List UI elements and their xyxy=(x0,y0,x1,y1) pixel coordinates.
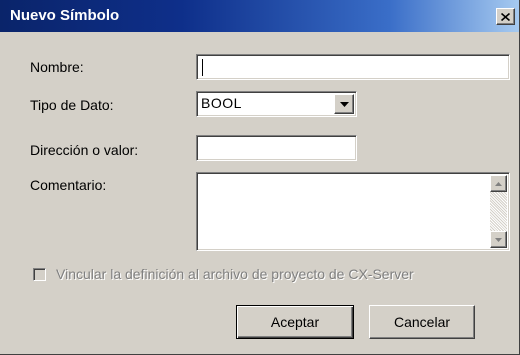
scroll-down-button[interactable] xyxy=(490,231,507,248)
nombre-input[interactable] xyxy=(200,57,506,77)
dialog-title: Nuevo Símbolo xyxy=(10,7,120,24)
aceptar-button[interactable]: Aceptar xyxy=(236,305,354,339)
tipo-dato-label: Tipo de Dato: xyxy=(30,97,114,113)
close-x-icon xyxy=(501,12,510,21)
comentario-label: Comentario: xyxy=(30,177,107,193)
direccion-input[interactable] xyxy=(200,138,353,158)
tipo-dato-dropdown-button[interactable] xyxy=(334,94,354,114)
scroll-up-button[interactable] xyxy=(490,175,507,192)
cancelar-button[interactable]: Cancelar xyxy=(369,305,475,339)
close-button[interactable] xyxy=(496,8,515,25)
comentario-textarea[interactable] xyxy=(196,172,510,251)
direccion-field-frame xyxy=(196,135,357,161)
scroll-down-arrow-icon xyxy=(495,237,502,242)
dropdown-arrow-icon xyxy=(339,101,349,107)
comentario-scrollbar[interactable] xyxy=(490,175,507,248)
title-bar[interactable]: Nuevo Símbolo xyxy=(0,0,519,32)
direccion-label: Dirección o valor: xyxy=(30,142,139,158)
vincular-checkbox[interactable] xyxy=(33,268,46,281)
dialog-window: Nuevo Símbolo Nombre: Tipo de Dato: BOOL… xyxy=(0,0,520,355)
text-caret xyxy=(202,59,203,76)
vincular-checkbox-label: Vincular la definición al archivo de pro… xyxy=(56,266,414,282)
scroll-up-arrow-icon xyxy=(495,181,502,186)
tipo-dato-value: BOOL xyxy=(201,95,242,111)
tipo-dato-select[interactable]: BOOL xyxy=(196,91,357,117)
nombre-field-frame xyxy=(196,54,510,80)
nombre-label: Nombre: xyxy=(30,59,84,75)
